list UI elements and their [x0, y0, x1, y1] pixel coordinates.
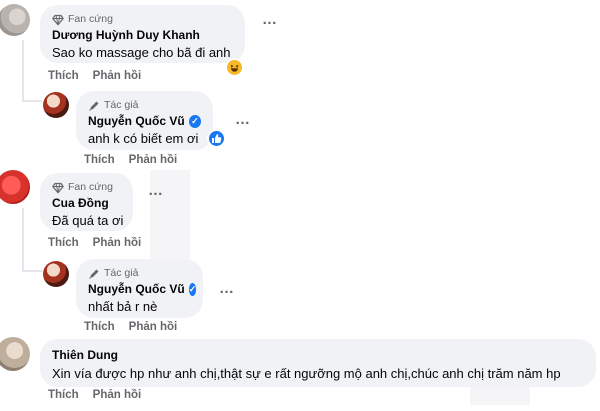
comment-bubble: Fan cứng Cua Đồng Đã quá ta ơi	[40, 173, 133, 231]
author-badge: Tác giả	[88, 98, 201, 112]
reply-button[interactable]: Phản hồi	[129, 321, 178, 333]
badge-label: Fan cứng	[68, 181, 113, 193]
comment-actions: Thích Phản hồi	[48, 389, 141, 401]
thread-line	[22, 40, 24, 102]
reply-button[interactable]: Phản hồi	[93, 70, 142, 82]
like-button[interactable]: Thích	[48, 389, 79, 401]
author-badge: Tác giả	[88, 266, 191, 280]
more-options-icon[interactable]: …	[219, 281, 235, 296]
diamond-icon	[52, 13, 64, 26]
comment-bubble: Tác giả Nguyễn Quốc Vũ ✓ anh k có biết e…	[76, 91, 213, 150]
comment-text: Sao ko massage cho bã đi anh	[52, 45, 231, 60]
comment-actions: Thích Phản hồi	[48, 70, 141, 82]
badge-label: Tác giả	[104, 99, 139, 111]
thread-line	[22, 100, 42, 102]
verified-badge-icon: ✓	[188, 282, 197, 296]
comment-actions: Thích Phản hồi	[48, 237, 141, 249]
diamond-icon	[52, 181, 64, 194]
comment-bubble: Tác giả Nguyễn Quốc Vũ ✓ nhất bả r nè	[76, 259, 203, 318]
pen-icon	[88, 267, 100, 279]
comment-text: Đã quá ta ơi	[52, 213, 124, 228]
like-button[interactable]: Thích	[48, 70, 79, 82]
reply-button[interactable]: Phản hồi	[93, 389, 142, 401]
avatar[interactable]	[0, 337, 30, 371]
avatar[interactable]	[43, 92, 69, 118]
comment-actions: Thích Phản hồi	[84, 321, 177, 333]
comment-bubble: Thiên Dung Xin vía được hp như anh chị,t…	[40, 339, 596, 387]
more-options-icon[interactable]: …	[262, 12, 278, 27]
comment-bubble: Fan cứng Dương Huỳnh Duy Khanh Sao ko ma…	[40, 5, 245, 63]
thread-line	[22, 208, 24, 271]
pen-icon	[88, 99, 100, 111]
more-options-icon[interactable]: …	[148, 183, 164, 198]
badge-label: Fan cứng	[68, 13, 113, 25]
commenter-name[interactable]: Dương Huỳnh Duy Khanh	[52, 28, 200, 42]
thread-line	[22, 270, 42, 272]
commenter-name[interactable]: Cua Đồng	[52, 196, 109, 210]
reply-button[interactable]: Phản hồi	[93, 237, 142, 249]
like-button[interactable]: Thích	[84, 321, 115, 333]
comment-text: Xin vía được hp như anh chị,thật sự e rấ…	[52, 366, 561, 381]
like-button[interactable]: Thích	[48, 237, 79, 249]
badge-label: Tác giả	[104, 267, 139, 279]
fan-badge: Fan cứng	[52, 180, 121, 194]
commenter-name[interactable]: Thiên Dung	[52, 348, 118, 362]
like-reaction-icon[interactable]	[207, 129, 226, 148]
verified-badge-icon: ✓	[188, 114, 201, 128]
haha-reaction-icon[interactable]	[225, 58, 244, 77]
fan-badge: Fan cứng	[52, 12, 233, 26]
reply-button[interactable]: Phản hồi	[129, 154, 178, 166]
more-options-icon[interactable]: …	[235, 112, 251, 127]
comment-thread: Fan cứng Dương Huỳnh Duy Khanh Sao ko ma…	[0, 0, 600, 411]
avatar[interactable]	[0, 170, 30, 204]
like-button[interactable]: Thích	[84, 154, 115, 166]
commenter-name[interactable]: Nguyễn Quốc Vũ	[88, 114, 185, 128]
comment-text: nhất bả r nè	[88, 299, 158, 314]
comment-actions: Thích Phản hồi	[84, 154, 177, 166]
commenter-name[interactable]: Nguyễn Quốc Vũ	[88, 282, 185, 296]
comment-text: anh k có biết em ơi	[88, 131, 199, 146]
avatar[interactable]	[43, 261, 69, 287]
avatar[interactable]	[0, 4, 30, 36]
